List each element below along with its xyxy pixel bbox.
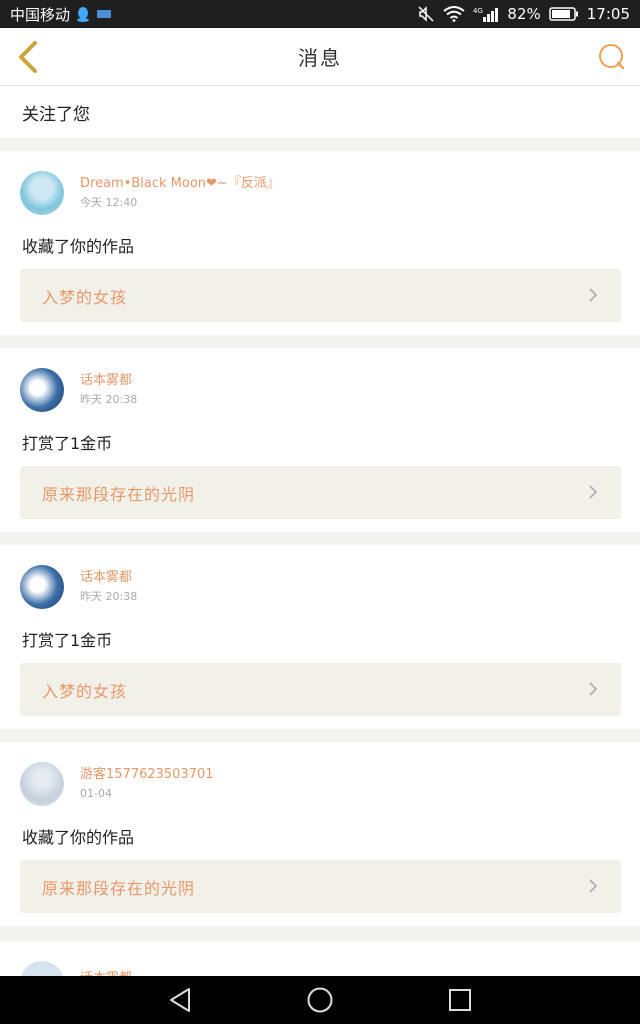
square-recents-icon [449,989,471,1011]
battery-icon [549,6,579,22]
user-name-link[interactable]: 话本雾都 [80,372,137,390]
triangle-back-icon [170,988,190,1012]
follow-text: 关注了您 [22,104,90,125]
avatar[interactable] [20,368,64,412]
user-name-link[interactable]: 话本雾都 [80,967,132,976]
avatar[interactable] [20,961,64,976]
avatar[interactable] [20,762,64,806]
action-text: 打赏了1金币 [22,631,113,650]
message-card: 游客1577623503701 01-04 收藏了你的作品 原来那段存在的光阴 [0,742,640,926]
app-notification-icon [96,8,112,20]
message-card: Dream•Black Moon❤~『反派』 今天 12:40 收藏了你的作品 … [0,151,640,335]
circle-home-icon [307,987,333,1013]
message-time: 今天 12:40 [80,196,138,209]
work-title: 原来那段存在的光阴 [42,484,196,504]
chevron-right-icon [589,485,598,499]
user-name-link[interactable]: Dream•Black Moon❤~『反派』 [80,175,280,193]
work-link[interactable]: 原来那段存在的光阴 [20,860,621,913]
message-list[interactable]: 关注了您 Dream•Black Moon❤~『反派』 今天 12:40 收藏了… [0,86,640,976]
chevron-right-icon [589,288,598,302]
message-time: 01-04 [80,787,112,800]
nav-recents-button[interactable] [440,980,480,1020]
work-link[interactable]: 原来那段存在的光阴 [20,466,621,519]
action-text: 收藏了你的作品 [22,828,135,847]
clock-time: 17:05 [586,5,630,23]
action-text: 打赏了1金币 [22,434,113,453]
follow-notification[interactable]: 关注了您 [0,86,640,138]
nav-back-button[interactable] [160,980,200,1020]
carrier-name: 中国移动 [10,5,71,24]
message-card: 话本雾都 昨天 20:38 打赏了1金币 入梦的女孩 [0,545,640,729]
user-name-link[interactable]: 游客1577623503701 [80,766,214,784]
message-card-partial: 话本雾都 [0,941,640,976]
page-title: 消息 [298,46,342,70]
message-card: 话本雾都 昨天 20:38 打赏了1金币 原来那段存在的光阴 [0,348,640,532]
back-arrow-icon [19,41,37,73]
work-link[interactable]: 入梦的女孩 [20,663,621,716]
system-nav-bar [0,976,640,1024]
work-title: 入梦的女孩 [42,287,128,307]
work-title: 原来那段存在的光阴 [42,878,196,898]
avatar[interactable] [20,171,64,215]
qq-icon [76,6,90,22]
avatar[interactable] [20,565,64,609]
message-time: 昨天 20:38 [80,590,138,603]
chevron-right-icon [589,879,598,893]
work-title: 入梦的女孩 [42,681,128,701]
status-bar: 中国移动 4G 82% 17:05 [0,0,640,28]
top-app-bar: 消息 [0,28,640,86]
action-text: 收藏了你的作品 [22,237,135,256]
nav-home-button[interactable] [300,980,340,1020]
battery-percent: 82% [507,5,541,23]
back-button[interactable] [10,37,46,77]
svg-text:4G: 4G [473,7,483,15]
signal-icon: 4G [473,6,499,22]
work-link[interactable]: 入梦的女孩 [20,269,621,322]
mute-icon [417,5,435,23]
chevron-right-icon [589,682,598,696]
wifi-icon [443,6,466,22]
message-time: 昨天 20:38 [80,393,138,406]
search-button[interactable] [594,39,630,75]
search-icon [599,44,625,70]
user-name-link[interactable]: 话本雾都 [80,569,137,587]
